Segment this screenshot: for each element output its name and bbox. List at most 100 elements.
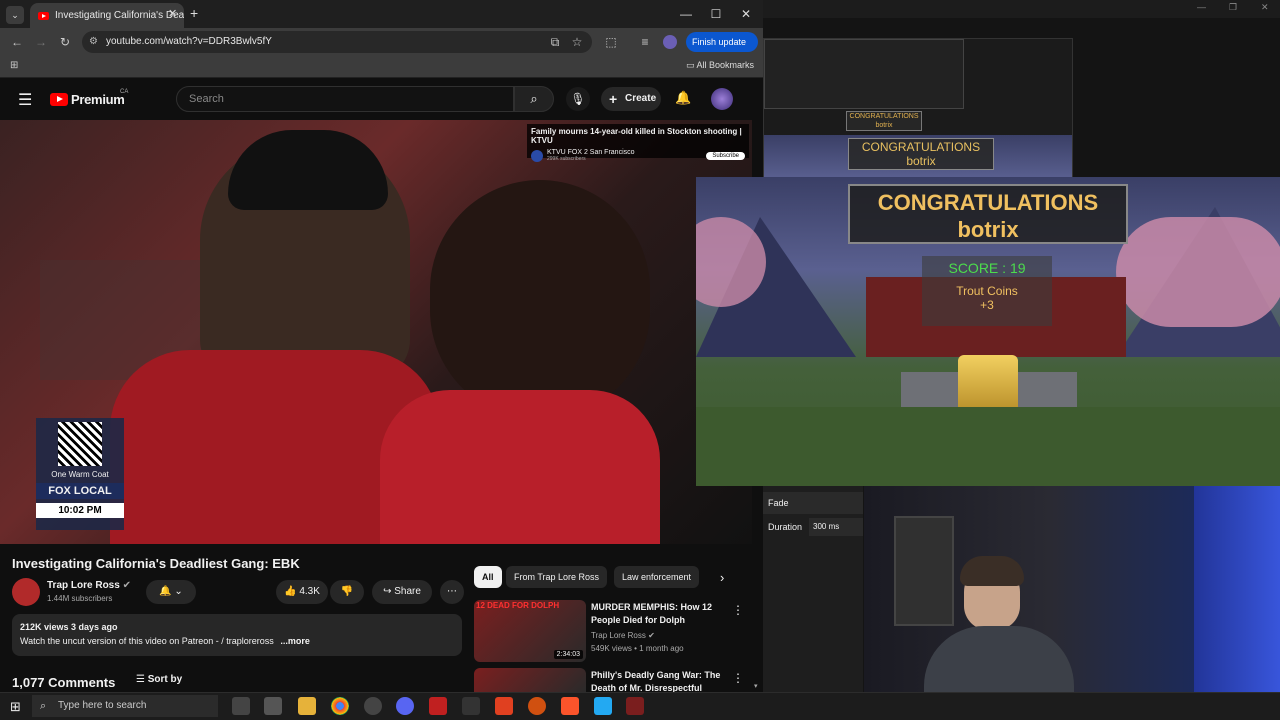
video-info-overlay[interactable]: Family mourns 14-year-old killed in Stoc… xyxy=(527,124,749,162)
duration-label: Duration xyxy=(768,522,803,532)
app-icon-5[interactable] xyxy=(626,697,644,715)
obs-transition-panel: Fade Duration 300 ms xyxy=(763,486,863,692)
channel-name[interactable]: Trap Lore Ross ✔ xyxy=(47,580,131,591)
overlay-channel-icon xyxy=(531,149,543,162)
app-icon-4[interactable] xyxy=(495,697,513,715)
create-button[interactable]: + Create xyxy=(601,87,661,111)
channel-avatar[interactable] xyxy=(12,578,40,606)
media-controls-icon[interactable]: ≡ xyxy=(636,33,654,51)
coins-amount: +3 xyxy=(980,298,994,312)
overlay-subscribe-button[interactable]: Subscribe xyxy=(706,151,745,160)
task-view-icon[interactable] xyxy=(232,697,250,715)
dislike-button[interactable]: 👎 xyxy=(330,580,364,604)
webcam-feed xyxy=(864,486,1280,692)
back-icon[interactable]: ← xyxy=(8,33,26,51)
coins-reward: Trout Coins +3 xyxy=(922,276,1052,312)
duration-input[interactable]: 300 ms xyxy=(809,518,863,536)
region-code: CA xyxy=(120,89,129,95)
discord-icon[interactable] xyxy=(396,697,414,715)
brave-icon[interactable] xyxy=(561,697,579,715)
scroll-down-icon[interactable]: ▾ xyxy=(754,682,762,690)
grass-ground xyxy=(696,407,1280,486)
like-button[interactable]: 👍 4.3K xyxy=(276,580,328,604)
rec-menu-icon-1[interactable]: ⋮ xyxy=(732,603,744,617)
app-icon-3[interactable] xyxy=(462,697,480,715)
taskbar-search-input[interactable]: ⌕ Type here to search xyxy=(32,695,218,717)
more-link[interactable]: ...more xyxy=(276,636,310,646)
account-avatar[interactable] xyxy=(711,88,733,110)
more-dots-icon: ⋯ xyxy=(447,586,457,597)
file-explorer-icon[interactable] xyxy=(298,697,316,715)
transition-select[interactable]: Fade xyxy=(763,492,863,514)
description-box[interactable]: 212K views 3 days ago Watch the uncut ve… xyxy=(12,614,462,656)
maximize-icon[interactable]: ☐ xyxy=(702,4,730,24)
apps-grid-icon[interactable]: ⊞ xyxy=(10,60,18,71)
plus-icon: + xyxy=(609,91,618,107)
nested-congrats-medium-line2: botrix xyxy=(906,154,936,168)
youtube-logo-icon[interactable] xyxy=(50,93,68,106)
chrome-icon[interactable] xyxy=(331,697,349,715)
verified-icon: ✔ xyxy=(122,580,131,591)
rec-channel-text-1: Trap Lore Ross xyxy=(591,631,646,640)
install-app-icon[interactable]: ⧉ xyxy=(546,33,564,51)
reload-icon[interactable]: ↻ xyxy=(56,33,74,51)
chip-from-channel[interactable]: From Trap Lore Ross xyxy=(506,566,608,588)
tab-close-icon[interactable]: ✕ xyxy=(168,7,177,20)
chip-all[interactable]: All xyxy=(474,566,502,588)
tab-search-icon[interactable]: ⌄ xyxy=(6,6,24,24)
obs-maximize-icon[interactable]: ❐ xyxy=(1229,2,1237,13)
notifications-bell-icon[interactable]: 🔔 xyxy=(675,90,691,106)
cherry-tree-right xyxy=(1116,217,1280,327)
all-bookmarks-label: All Bookmarks xyxy=(696,60,755,70)
rec-menu-icon-2[interactable]: ⋮ xyxy=(732,671,744,685)
profile-avatar[interactable] xyxy=(663,35,677,49)
sort-by-button[interactable]: ☰ Sort by xyxy=(136,674,182,685)
subscribe-bell-button[interactable]: 🔔 ⌄ xyxy=(146,580,196,604)
all-bookmarks-link[interactable]: ▭ All Bookmarks xyxy=(686,60,754,71)
rec-thumbnail-2[interactable] xyxy=(474,668,586,692)
rec-title-1[interactable]: MURDER MEMPHIS: How 12 People Died for D… xyxy=(591,601,721,627)
obs-icon[interactable] xyxy=(364,697,382,715)
share-button[interactable]: ↪ Share xyxy=(372,580,432,604)
app-icon-2[interactable] xyxy=(429,697,447,715)
youtube-favicon-icon xyxy=(38,11,49,20)
chips-next-icon[interactable]: › xyxy=(720,570,724,585)
video-person-2-head xyxy=(430,180,650,420)
more-actions-button[interactable]: ⋯ xyxy=(440,580,464,604)
bookmark-star-icon[interactable]: ☆ xyxy=(568,33,586,51)
youtube-logo-text[interactable]: Premium xyxy=(71,92,125,107)
share-icon: ↪ xyxy=(383,586,392,597)
webcam-door xyxy=(894,516,954,626)
app-icon-1[interactable] xyxy=(264,697,282,715)
nested-congrats-line1: CONGRATULATIONS xyxy=(849,113,919,120)
minimize-icon[interactable]: — xyxy=(672,4,700,24)
search-input[interactable]: Search xyxy=(176,86,514,112)
site-info-icon[interactable]: ⚙ xyxy=(89,31,98,53)
chip-law-enforcement[interactable]: Law enforcement xyxy=(614,566,700,588)
coins-label: Trout Coins xyxy=(956,284,1018,298)
windows-start-icon[interactable]: ⊞ xyxy=(10,699,21,715)
overlay-subs: 299K subscribers xyxy=(547,156,586,162)
rec-thumbnail-1[interactable]: 12 DEAD FOR DOLPH 2:34:03 xyxy=(474,600,586,662)
voice-search-icon[interactable]: 🎙 xyxy=(566,87,590,111)
comments-count: 1,077 Comments xyxy=(12,675,116,690)
rec-meta-1: 549K views • 1 month ago xyxy=(591,644,684,653)
obs-minimize-icon[interactable]: — xyxy=(1197,2,1206,12)
rec-duration-1: 2:34:03 xyxy=(553,650,583,659)
finish-update-button[interactable]: Finish update ⋮ xyxy=(686,32,758,67)
extensions-icon[interactable]: ⬚ xyxy=(602,33,620,51)
nested-congrats-medium: CONGRATULATIONS botrix xyxy=(848,138,994,170)
obs-window-bar: — ❐ ✕ xyxy=(763,0,1280,18)
badge-line2: FOX LOCAL xyxy=(36,483,124,499)
new-tab-icon[interactable]: + xyxy=(190,5,198,21)
close-window-icon[interactable]: ✕ xyxy=(732,4,760,24)
thumbs-down-icon: 👎 xyxy=(340,586,354,597)
vscode-icon[interactable] xyxy=(594,697,612,715)
search-button[interactable]: ⌕ xyxy=(514,86,554,112)
obs-close-icon[interactable]: ✕ xyxy=(1261,2,1269,13)
blender-icon[interactable] xyxy=(528,697,546,715)
hamburger-menu-icon[interactable]: ☰ xyxy=(18,90,32,110)
address-bar[interactable]: ⚙ youtube.com/watch?v=DDR3Bwlv5fY xyxy=(82,31,592,53)
forward-icon[interactable]: → xyxy=(32,33,50,51)
browser-tab[interactable]: Investigating California's Deadliest Gan… xyxy=(30,3,184,28)
